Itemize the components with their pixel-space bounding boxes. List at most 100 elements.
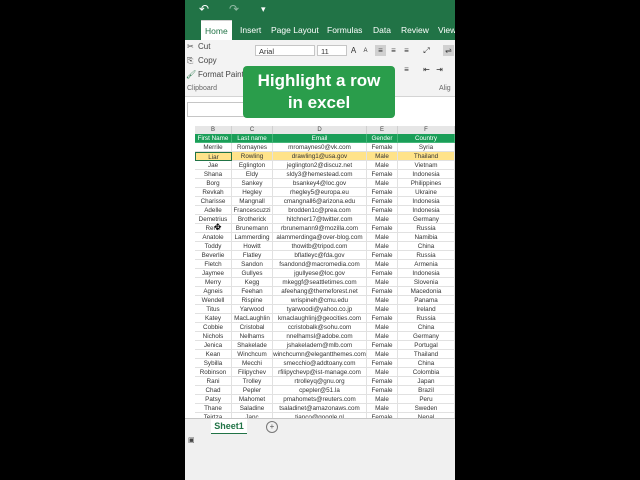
table-cell[interactable]: Male — [367, 260, 398, 269]
table-cell[interactable]: jshakeladem@mlb.com — [273, 341, 367, 350]
table-cell[interactable]: Sweden — [398, 404, 455, 413]
table-cell[interactable]: Feehan — [232, 287, 273, 296]
table-cell[interactable]: Male — [367, 233, 398, 242]
table-row[interactable]: Wendell Rispine wrispineh@cmu.edu Male Panam… — [185, 296, 455, 305]
table-cell[interactable]: Brazil — [398, 386, 455, 395]
table-cell[interactable]: Russia — [398, 224, 455, 233]
table-cell[interactable]: jgullyese@loc.gov — [273, 269, 367, 278]
column-header-f[interactable]: F — [398, 126, 455, 134]
table-cell[interactable]: Male — [367, 152, 398, 161]
table-row[interactable]: Toddy Howitt thowitb@tripod.com Male China — [185, 242, 455, 251]
table-row[interactable]: Revkah Hegley rhegley5@europa.eu Female Ukra… — [185, 188, 455, 197]
table-cell[interactable]: Saladine — [232, 404, 273, 413]
tab-insert[interactable]: Insert — [240, 20, 261, 40]
table-cell[interactable]: tyarwoodi@yahoo.co.jp — [273, 305, 367, 314]
table-cell[interactable]: Male — [367, 404, 398, 413]
table-cell[interactable]: Shakelade — [232, 341, 273, 350]
header-cell[interactable]: First Name — [195, 134, 232, 143]
table-cell[interactable]: Female — [367, 251, 398, 260]
table-cell[interactable]: Male — [367, 368, 398, 377]
table-cell[interactable]: ccristobalk@sohu.com — [273, 323, 367, 332]
align-right-icon[interactable]: ≡ — [401, 64, 412, 75]
table-cell[interactable]: Syria — [398, 143, 455, 152]
table-cell[interactable]: kmaclaughlinj@geocities.com — [273, 314, 367, 323]
wrap-text-icon[interactable]: ⇌ — [443, 45, 454, 56]
table-cell[interactable]: Adelle — [195, 206, 232, 215]
table-cell[interactable]: pmahomets@reuters.com — [273, 395, 367, 404]
table-cell[interactable]: Gullyes — [232, 269, 273, 278]
table-cell[interactable]: Cobbie — [195, 323, 232, 332]
table-cell[interactable]: Indonesia — [398, 170, 455, 179]
table-cell[interactable]: Kean — [195, 350, 232, 359]
table-cell[interactable]: Charisse — [195, 197, 232, 206]
table-cell[interactable]: Namibia — [398, 233, 455, 242]
table-cell[interactable]: Eglington — [232, 161, 273, 170]
table-cell[interactable]: bsankey4@loc.gov — [273, 179, 367, 188]
table-row[interactable]: Nichols Nelhams nnelhamsl@adobe.com Male Ger… — [185, 332, 455, 341]
table-cell[interactable]: Trolley — [232, 377, 273, 386]
table-cell[interactable]: Jaymee — [195, 269, 232, 278]
table-cell[interactable]: Wendell — [195, 296, 232, 305]
table-cell[interactable]: Male — [367, 395, 398, 404]
table-cell[interactable]: Rani — [195, 377, 232, 386]
table-cell[interactable]: Female — [367, 143, 398, 152]
table-cell[interactable]: Cristobal — [232, 323, 273, 332]
table-cell[interactable]: Female — [367, 341, 398, 350]
table-cell[interactable]: Hegley — [232, 188, 273, 197]
table-cell[interactable]: Female — [367, 386, 398, 395]
table-cell[interactable]: China — [398, 323, 455, 332]
table-cell[interactable]: Romaynes — [232, 143, 273, 152]
table-cell[interactable]: Russia — [398, 251, 455, 260]
table-row[interactable]: Sybilla Mecchi smecchio@addtoany.com Female… — [185, 359, 455, 368]
table-cell[interactable]: Armenia — [398, 260, 455, 269]
table-cell[interactable]: Agneis — [195, 287, 232, 296]
table-cell[interactable]: Brunemann — [232, 224, 273, 233]
table-row[interactable]: Titus Yarwood tyarwoodi@yahoo.co.jp Male Ire… — [185, 305, 455, 314]
table-cell[interactable]: brodden1c@prea.com — [273, 206, 367, 215]
table-cell[interactable]: Flatley — [232, 251, 273, 260]
tab-page-layout[interactable]: Page Layout — [271, 20, 319, 40]
table-cell[interactable]: Indonesia — [398, 206, 455, 215]
table-cell[interactable]: Male — [367, 350, 398, 359]
table-cell[interactable]: sldy3@hemestead.com — [273, 170, 367, 179]
table-cell[interactable]: Germany — [398, 332, 455, 341]
table-cell[interactable]: Merrile — [195, 143, 232, 152]
table-cell[interactable]: Nichols — [195, 332, 232, 341]
table-cell[interactable]: Male — [367, 161, 398, 170]
table-row[interactable]: Patsy Mahomet pmahomets@reuters.com Male Per… — [185, 395, 455, 404]
table-cell[interactable]: Male — [367, 323, 398, 332]
table-cell[interactable]: drawling1@usa.gov — [273, 152, 367, 161]
table-row[interactable]: Robinson Filipychev rfilipychevp@ist-manag… — [185, 368, 455, 377]
undo-icon[interactable]: ↶ — [199, 2, 209, 16]
table-cell[interactable]: Howitt — [232, 242, 273, 251]
sheet-tab-sheet1[interactable]: Sheet1 — [211, 419, 247, 435]
table-cell[interactable]: Sankey — [232, 179, 273, 188]
table-cell[interactable]: Borg — [195, 179, 232, 188]
cut-button[interactable]: Cut — [198, 42, 210, 51]
header-cell[interactable]: Gender — [367, 134, 398, 143]
table-row[interactable]: Jaymee Gullyes jgullyese@loc.gov Female Indo… — [185, 269, 455, 278]
table-cell[interactable]: rtrolleyq@gnu.org — [273, 377, 367, 386]
increase-font-icon[interactable]: A — [348, 45, 359, 56]
table-row[interactable]: Katey MacLaughlin kmaclaughlinj@geocities.… — [185, 314, 455, 323]
column-header-c[interactable]: C — [232, 126, 273, 134]
table-row[interactable]: Thane Saladine tsaladinet@amazonaws.com Mal… — [185, 404, 455, 413]
table-cell[interactable]: winchcumn@elegantthemes.com — [273, 350, 367, 359]
font-name-select[interactable]: Arial — [255, 45, 315, 56]
table-cell[interactable]: Philippines — [398, 179, 455, 188]
align-top-icon[interactable]: ≡ — [375, 45, 386, 56]
table-cell[interactable]: Male — [367, 179, 398, 188]
table-cell[interactable]: Jae — [195, 161, 232, 170]
table-cell[interactable]: hitchner17@twitter.com — [273, 215, 367, 224]
table-cell[interactable]: Female — [367, 377, 398, 386]
table-cell[interactable]: Eldy — [232, 170, 273, 179]
table-cell[interactable]: Brotherick — [232, 215, 273, 224]
tab-review[interactable]: Review — [401, 20, 429, 40]
table-cell[interactable]: Male — [367, 215, 398, 224]
table-cell[interactable]: tsaladinet@amazonaws.com — [273, 404, 367, 413]
table-row[interactable]: Jae Eglington jeglington2@discuz.net Male Vi… — [185, 161, 455, 170]
header-cell[interactable]: Country — [398, 134, 455, 143]
table-cell[interactable]: jeglington2@discuz.net — [273, 161, 367, 170]
increase-indent-icon[interactable]: ⇥ — [434, 64, 445, 75]
table-cell[interactable]: Rispine — [232, 296, 273, 305]
